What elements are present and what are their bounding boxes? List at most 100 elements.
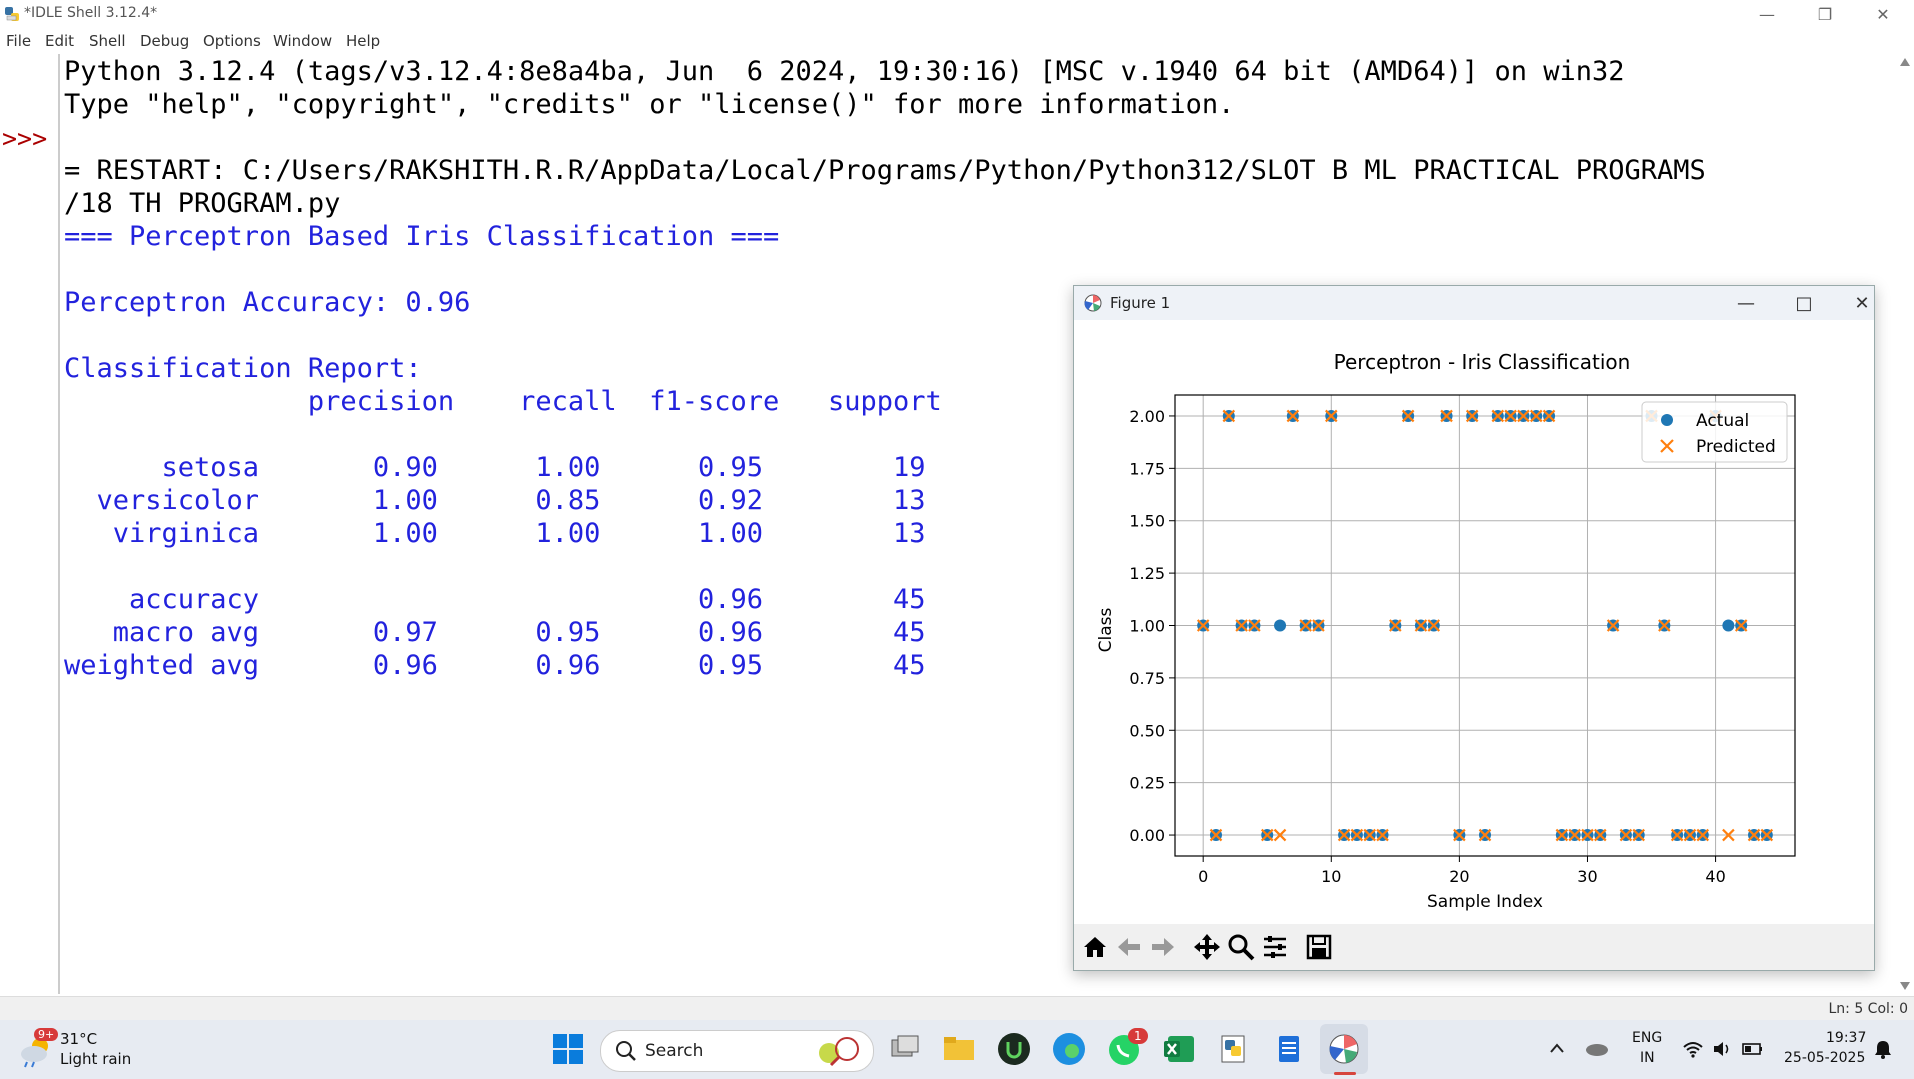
y-tick-label: 0.25: [1129, 774, 1165, 793]
chart-title: Perceptron - Iris Classification: [1334, 350, 1631, 374]
zoom-icon[interactable]: [1226, 932, 1256, 962]
notification-bell-icon[interactable]: [1872, 1038, 1894, 1060]
volume-icon[interactable]: [1712, 1040, 1734, 1058]
shell-line: = RESTART: C:/Users/RAKSHITH.R.R/AppData…: [64, 155, 1706, 186]
active-app-indicator: [1334, 1072, 1356, 1075]
shell-line: Type "help", "copyright", "credits" or "…: [64, 89, 1235, 120]
shell-line: macro avg 0.97 0.95 0.96 45: [64, 617, 926, 648]
menu-bar: File Edit Shell Debug Options Window Hel…: [0, 28, 1914, 52]
scatter-plot[interactable]: Perceptron - Iris Classification 0.00 0.2…: [1074, 320, 1874, 924]
shell-line: === Perceptron Based Iris Classification…: [64, 221, 780, 252]
shell-line: Python 3.12.4 (tags/v3.12.4:8e8a4ba, Jun…: [64, 56, 1625, 87]
y-axis-label: Class: [1096, 607, 1116, 652]
python-idle-icon: [5, 7, 19, 21]
clock-time[interactable]: 19:37: [1826, 1030, 1866, 1046]
clock-date[interactable]: 25-05-2025: [1784, 1050, 1865, 1066]
figure-title: Figure 1: [1110, 294, 1171, 312]
menu-debug[interactable]: Debug: [140, 32, 189, 50]
figure-toolbar: [1074, 924, 1874, 970]
figure-title-bar: Figure 1 — □ ✕: [1074, 286, 1874, 320]
menu-window[interactable]: Window: [273, 32, 332, 50]
window-title: *IDLE Shell 3.12.4*: [24, 5, 158, 21]
save-icon[interactable]: [1304, 932, 1334, 962]
weather-widget[interactable]: 9+ 31°C Light rain: [16, 1028, 156, 1072]
taskbar-search[interactable]: Search: [600, 1030, 874, 1072]
edge-browser-icon[interactable]: [1050, 1030, 1088, 1068]
wifi-icon[interactable]: [1682, 1040, 1704, 1058]
y-tick-label: 1.50: [1129, 512, 1165, 531]
y-tick-label: 1.00: [1129, 617, 1165, 636]
menu-shell[interactable]: Shell: [89, 32, 126, 50]
forward-icon[interactable]: [1148, 932, 1178, 962]
y-tick-label: 2.00: [1129, 407, 1165, 426]
language-top[interactable]: ENG: [1632, 1030, 1662, 1046]
figure-minimize-button[interactable]: —: [1726, 290, 1766, 316]
scroll-arrows-icon: [1900, 58, 1910, 990]
shell-line: precision recall f1-score support: [64, 386, 942, 417]
shell-line: /18 TH PROGRAM.py: [64, 188, 341, 219]
menu-file[interactable]: File: [6, 32, 31, 50]
x-tick-label: 0: [1198, 867, 1208, 886]
legend-actual-label: Actual: [1696, 411, 1749, 431]
shell-line: weighted avg 0.96 0.96 0.95 45: [64, 650, 926, 681]
plot-grid: [1175, 395, 1795, 856]
legend-predicted-label: Predicted: [1696, 437, 1776, 457]
search-label: Search: [645, 1041, 704, 1061]
shell-line: virginica 1.00 1.00 1.00 13: [64, 518, 926, 549]
shell-prompt: >>>: [2, 124, 48, 153]
taskbar: 9+ 31°C Light rain Search 1 ENG IN 19:37…: [0, 1020, 1914, 1079]
upwork-icon[interactable]: [995, 1030, 1033, 1068]
vertical-scrollbar[interactable]: [1896, 54, 1914, 994]
y-tick-label: 0.75: [1129, 669, 1165, 688]
matplotlib-taskbar-icon[interactable]: [1325, 1030, 1363, 1068]
excel-icon[interactable]: [1160, 1030, 1198, 1068]
back-icon[interactable]: [1114, 932, 1144, 962]
actual-point: [1722, 619, 1735, 632]
search-highlight-icon: [819, 1037, 859, 1067]
x-tick-label: 30: [1577, 867, 1597, 886]
title-bar: *IDLE Shell 3.12.4* — ❐ ✕: [0, 0, 1914, 28]
figure-maximize-button[interactable]: □: [1784, 290, 1824, 316]
configure-icon[interactable]: [1260, 932, 1290, 962]
actual-point: [1274, 619, 1287, 632]
cursor-position: Ln: 5 Col: 0: [1828, 1001, 1908, 1017]
shell-line: setosa 0.90 1.00 0.95 19: [64, 452, 926, 483]
shell-line: Perceptron Accuracy: 0.96: [64, 287, 471, 318]
y-tick-label: 0.50: [1129, 721, 1165, 740]
x-tick-label: 10: [1321, 867, 1341, 886]
task-view-icon[interactable]: [886, 1030, 924, 1068]
y-axis-ticks: 0.00 0.25 0.50 0.75 1.00 1.25 1.50 1.75 2.00: [1129, 407, 1175, 845]
restore-button[interactable]: ❐: [1796, 0, 1854, 28]
legend-actual-marker: [1661, 414, 1673, 426]
file-explorer-icon[interactable]: [940, 1030, 978, 1068]
minimize-button[interactable]: —: [1738, 0, 1796, 28]
y-tick-label: 0.00: [1129, 826, 1165, 845]
chevron-up-icon[interactable]: [1548, 1040, 1566, 1058]
weather-desc: Light rain: [60, 1050, 132, 1068]
home-icon[interactable]: [1080, 932, 1110, 962]
weather-temp: 31°C: [60, 1030, 98, 1048]
legend: Actual Predicted: [1641, 401, 1788, 463]
notepad-icon[interactable]: [1270, 1030, 1308, 1068]
search-icon: [616, 1041, 636, 1061]
figure-window[interactable]: Figure 1 — □ ✕ Perceptron - Iris Classif…: [1073, 285, 1875, 971]
menu-help[interactable]: Help: [346, 32, 380, 50]
shell-line: versicolor 1.00 0.85 0.92 13: [64, 485, 926, 516]
battery-icon[interactable]: [1742, 1040, 1764, 1058]
menu-edit[interactable]: Edit: [45, 32, 74, 50]
prompt-gutter: >>>: [0, 54, 60, 994]
whatsapp-badge: 1: [1128, 1028, 1148, 1044]
close-button[interactable]: ✕: [1854, 0, 1912, 28]
windows-start-icon[interactable]: [549, 1030, 587, 1068]
python-app-icon[interactable]: [1215, 1030, 1253, 1068]
y-tick-label: 1.75: [1129, 459, 1165, 478]
y-tick-label: 1.25: [1129, 564, 1165, 583]
onedrive-cloud-icon[interactable]: [1584, 1038, 1610, 1058]
pan-icon[interactable]: [1192, 932, 1222, 962]
figure-close-button[interactable]: ✕: [1842, 290, 1882, 316]
x-axis-ticks: 0 10 20 30 40: [1198, 856, 1726, 886]
language-bottom[interactable]: IN: [1640, 1050, 1655, 1066]
x-tick-label: 40: [1705, 867, 1725, 886]
matplotlib-icon: [1084, 294, 1102, 312]
menu-options[interactable]: Options: [203, 32, 261, 50]
